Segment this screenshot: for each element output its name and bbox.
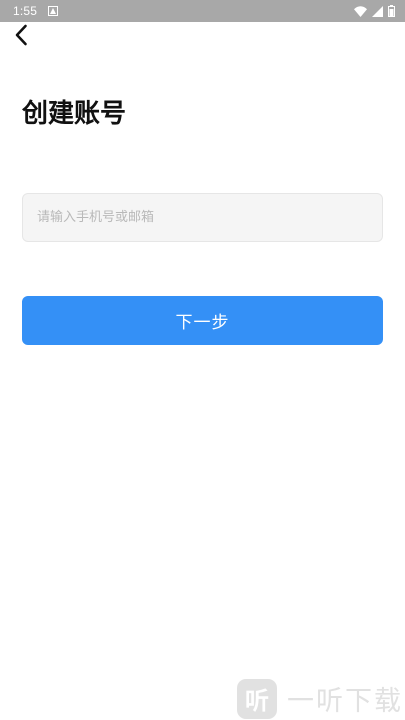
account-input[interactable]: [22, 193, 383, 242]
next-button[interactable]: 下一步: [22, 296, 383, 345]
signal-icon: [372, 5, 383, 17]
status-time: 1:55: [13, 4, 38, 18]
battery-icon: [388, 5, 395, 17]
page-title: 创建账号: [22, 99, 127, 129]
wifi-icon: [354, 5, 367, 17]
watermark-logo: 听: [237, 678, 277, 719]
watermark-text: 一听下载: [287, 686, 403, 717]
watermark-logo-char: 听: [245, 687, 269, 715]
chevron-left-icon: [13, 23, 29, 51]
notification-icon: [47, 6, 58, 17]
status-right: [354, 5, 395, 17]
watermark: 听 一听下载: [237, 677, 405, 720]
back-button[interactable]: [6, 22, 36, 52]
status-bar: 1:55: [0, 0, 405, 22]
status-left: 1:55: [13, 4, 58, 18]
